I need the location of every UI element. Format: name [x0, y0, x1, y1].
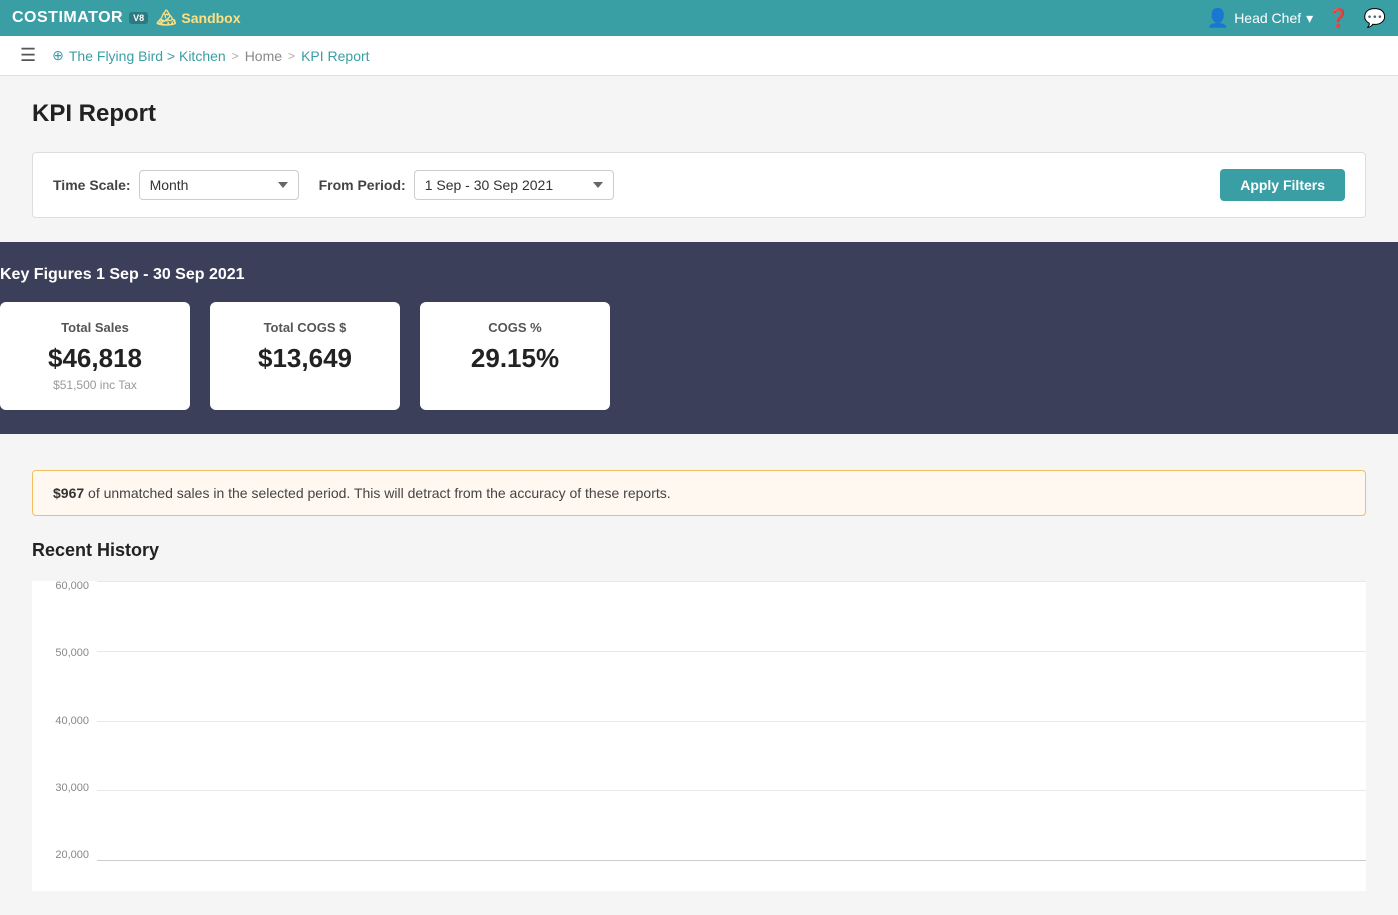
kpi-cards: Total Sales $46,818 $51,500 inc Tax Tota… — [0, 302, 1398, 410]
chart-wrapper: 60,000 50,000 40,000 30,000 20,000 — [32, 581, 1366, 891]
kpi-sub-total-sales: $51,500 inc Tax — [24, 378, 166, 392]
breadcrumb-sep1: > — [232, 49, 239, 63]
brand-name: COSTIMATOR — [12, 9, 123, 27]
kpi-card-total-cogs: Total COGS $ $13,649 — [210, 302, 400, 410]
menu-button[interactable]: ☰ — [16, 41, 40, 70]
breadcrumb-current: KPI Report — [301, 48, 369, 64]
sandbox-icon: 🏔 — [156, 8, 176, 28]
warning-text: of unmatched sales in the selected perio… — [84, 485, 670, 501]
key-figures-section: Key Figures 1 Sep - 30 Sep 2021 Total Sa… — [0, 242, 1398, 434]
kpi-card-cogs-pct: COGS % 29.15% — [420, 302, 610, 410]
top-navigation: COSTIMATOR V8 🏔 Sandbox 👤 Head Chef ▾ ❓ … — [0, 0, 1398, 36]
y-label-20k: 20,000 — [55, 850, 89, 861]
kpi-value-total-sales: $46,818 — [24, 343, 166, 374]
period-label: From Period: — [319, 177, 406, 193]
user-name: Head Chef — [1234, 10, 1301, 26]
bars-container — [97, 581, 1366, 861]
user-menu[interactable]: 👤 Head Chef ▾ — [1207, 8, 1313, 29]
nav-left: COSTIMATOR V8 🏔 Sandbox — [12, 8, 241, 28]
main-content: KPI Report Time Scale: Month From Period… — [0, 76, 1398, 242]
breadcrumb-home[interactable]: Home — [245, 48, 282, 64]
location-breadcrumb[interactable]: ⊕ The Flying Bird > Kitchen — [52, 47, 226, 64]
recent-history: Recent History 60,000 50,000 40,000 30,0… — [32, 540, 1366, 891]
nav-right: 👤 Head Chef ▾ ❓ 💬 — [1207, 8, 1386, 29]
kpi-label-total-cogs: Total COGS $ — [234, 320, 376, 335]
kpi-label-total-sales: Total Sales — [24, 320, 166, 335]
warning-banner: $967 of unmatched sales in the selected … — [32, 470, 1366, 516]
recent-history-title: Recent History — [32, 540, 1366, 561]
kpi-card-total-sales: Total Sales $46,818 $51,500 inc Tax — [0, 302, 190, 410]
lower-content: $967 of unmatched sales in the selected … — [0, 434, 1398, 915]
chart-bottom-line — [97, 860, 1366, 861]
user-dropdown-icon: ▾ — [1306, 10, 1313, 27]
kpi-value-total-cogs: $13,649 — [234, 343, 376, 374]
sandbox-label: Sandbox — [181, 10, 240, 26]
apply-filters-button[interactable]: Apply Filters — [1220, 169, 1345, 201]
help-icon[interactable]: ❓ — [1327, 8, 1349, 29]
sandbox-badge: 🏔 Sandbox — [156, 8, 240, 28]
brand-logo: COSTIMATOR V8 — [12, 9, 148, 27]
kpi-value-cogs-pct: 29.15% — [444, 343, 586, 374]
chart-area — [97, 581, 1366, 861]
key-figures-title: Key Figures 1 Sep - 30 Sep 2021 — [0, 266, 1398, 284]
chat-icon[interactable]: 💬 — [1364, 8, 1386, 29]
y-label-50k: 50,000 — [55, 648, 89, 659]
y-label-60k: 60,000 — [55, 581, 89, 592]
location-icon: ⊕ — [52, 47, 64, 64]
kpi-label-cogs-pct: COGS % — [444, 320, 586, 335]
timescale-group: Time Scale: Month — [53, 170, 299, 200]
breadcrumb-bar: ☰ ⊕ The Flying Bird > Kitchen > Home > K… — [0, 36, 1398, 76]
y-label-30k: 30,000 — [55, 783, 89, 794]
filter-bar: Time Scale: Month From Period: 1 Sep - 3… — [32, 152, 1366, 218]
timescale-select[interactable]: Month — [139, 170, 299, 200]
brand-version: V8 — [129, 12, 148, 24]
y-label-40k: 40,000 — [55, 716, 89, 727]
user-icon: 👤 — [1207, 8, 1229, 29]
breadcrumb-sep2: > — [288, 49, 295, 63]
period-select[interactable]: 1 Sep - 30 Sep 2021 — [414, 170, 614, 200]
period-group: From Period: 1 Sep - 30 Sep 2021 — [319, 170, 614, 200]
y-axis: 60,000 50,000 40,000 30,000 20,000 — [32, 581, 97, 861]
warning-bold: $967 — [53, 485, 84, 501]
location-label: The Flying Bird > Kitchen — [69, 48, 226, 64]
page-title: KPI Report — [32, 100, 1366, 128]
timescale-label: Time Scale: — [53, 177, 131, 193]
